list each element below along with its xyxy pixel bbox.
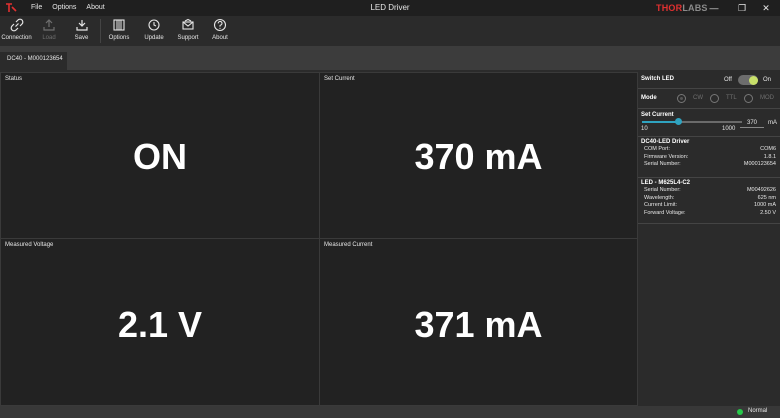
toolbar-divider (100, 19, 101, 43)
set-current-section: Set Current 10 1000 370 mA (638, 109, 780, 137)
title-bar: File Options About LED Driver THOR LABS —… (0, 0, 780, 16)
driver-com-label: COM Port: (644, 146, 670, 152)
driver-row-com: COM Port: COM6 (638, 146, 780, 154)
save-label: Save (74, 35, 89, 41)
link-icon (10, 18, 23, 32)
status-panel: Status ON (0, 72, 320, 239)
mode-cw-label: CW (693, 95, 703, 101)
menu-options[interactable]: Options (47, 0, 81, 16)
update-label: Update (144, 35, 164, 41)
led-voltage-label: Forward Voltage: (644, 209, 686, 216)
load-button[interactable]: Load (33, 16, 65, 46)
set-current-panel: Set Current 370 mA (319, 72, 638, 239)
minimize-button[interactable]: — (700, 0, 728, 16)
status-value: ON (133, 136, 187, 177)
set-current-value: 370 mA (414, 136, 543, 177)
driver-row-serial: Serial Number: M000123654 (638, 161, 780, 169)
options-icon (113, 19, 125, 31)
load-label: Load (42, 35, 56, 41)
options-button[interactable]: Options (103, 16, 135, 46)
led-switch-toggle[interactable] (738, 75, 758, 85)
led-limit-value: 1000 mA (753, 202, 776, 209)
led-wavelength-value: 625 nm (757, 194, 776, 201)
mail-icon (182, 18, 194, 30)
support-button[interactable]: Support (173, 16, 203, 46)
menu-file[interactable]: File (26, 0, 47, 16)
current-slider-thumb[interactable] (674, 118, 682, 125)
mode-cw-radio[interactable] (677, 94, 686, 103)
load-icon (43, 19, 55, 31)
driver-serial-value: M000123654 (743, 161, 776, 168)
menu-bar: File Options About (26, 0, 110, 16)
options-label: Options (108, 35, 130, 41)
update-icon (148, 19, 160, 31)
led-row-serial: Serial Number: M00492626 (638, 187, 780, 195)
mode-label: Mode (641, 95, 657, 101)
switch-on-label: On (763, 77, 772, 83)
driver-serial-label: Serial Number: (644, 161, 681, 168)
mode-mod-radio[interactable] (744, 94, 753, 103)
led-row-limit: Current Limit: 1000 mA (638, 202, 780, 210)
measured-voltage-panel: Measured Voltage 2.1 V (0, 238, 320, 406)
mode-section: Mode CW TTL MOD (638, 89, 780, 109)
measured-current-panel: Measured Current 371 mA (319, 238, 638, 406)
current-slider-fill (642, 121, 679, 123)
led-info-section: LED - M625L4-C2 Serial Number: M00492626 … (638, 178, 780, 224)
measured-voltage-value: 2.1 V (117, 304, 203, 345)
driver-row-firmware: Firmware Version: 1.8.1 (638, 154, 780, 162)
led-row-wavelength: Wavelength: 625 nm (638, 195, 780, 203)
driver-title: DC40-LED Driver (641, 139, 690, 145)
driver-info-section: DC40-LED Driver COM Port: COM6 Firmware V… (638, 137, 780, 178)
current-slider[interactable] (642, 118, 742, 125)
menu-about[interactable]: About (81, 0, 109, 16)
status-text: Normal (748, 408, 768, 414)
led-voltage-value: 2.50 V (760, 209, 776, 216)
support-label: Support (177, 35, 199, 41)
driver-com-value: COM6 (760, 146, 776, 152)
status-bar: Normal (0, 406, 780, 418)
set-current-panel-title: Set Current (324, 76, 355, 82)
mode-mod-label: MOD (760, 95, 774, 101)
switch-led-section: Switch LED Off On (638, 72, 780, 89)
status-indicator-icon (737, 409, 743, 415)
driver-firmware-label: Firmware Version: (644, 153, 689, 160)
led-title: LED - M625L4-C2 (641, 180, 691, 186)
save-button[interactable]: Save (65, 16, 98, 46)
led-wavelength-label: Wavelength: (644, 194, 675, 201)
set-current-label: Set Current (641, 112, 674, 118)
save-icon (75, 20, 88, 31)
close-button[interactable]: ✕ (752, 0, 780, 16)
current-max-label: 1000 (722, 126, 736, 132)
toggle-knob (749, 76, 758, 85)
toolbar: Connection Load Save Options Update Supp… (0, 16, 780, 46)
switch-led-label: Switch LED (641, 76, 675, 82)
led-row-voltage: Forward Voltage: 2.50 V (638, 210, 780, 218)
update-button[interactable]: Update (135, 16, 173, 46)
measured-current-title: Measured Current (324, 242, 373, 248)
connection-button[interactable]: Connection (0, 16, 33, 46)
brand-text-a: THOR (656, 3, 683, 13)
mode-ttl-label: TTL (726, 95, 737, 101)
led-serial-value: M00492626 (746, 187, 776, 193)
connection-label: Connection (1, 35, 32, 41)
mode-ttl-radio[interactable] (710, 94, 719, 103)
measured-current-value: 371 mA (414, 304, 543, 345)
set-current-unit: mA (768, 120, 777, 126)
driver-firmware-value: 1.8.1 (763, 153, 776, 160)
led-limit-label: Current Limit: (644, 202, 678, 209)
set-current-input[interactable]: 370 (740, 118, 764, 128)
control-sidebar: Switch LED Off On Mode CW TTL MOD Set Cu… (638, 72, 780, 406)
tab-device[interactable]: DC40 - M000123654 (0, 52, 67, 70)
about-button[interactable]: About (203, 16, 237, 46)
led-serial-label: Serial Number: (644, 187, 681, 193)
device-tab-strip: DC40 - M000123654 (0, 46, 780, 70)
app-window: File Options About LED Driver THOR LABS —… (0, 0, 780, 418)
switch-off-label: Off (724, 77, 732, 83)
current-min-label: 10 (641, 126, 648, 132)
app-logo-icon (4, 2, 18, 14)
status-panel-title: Status (5, 76, 23, 82)
about-label: About (212, 35, 228, 41)
measured-voltage-title: Measured Voltage (5, 242, 54, 248)
help-icon (213, 18, 227, 32)
